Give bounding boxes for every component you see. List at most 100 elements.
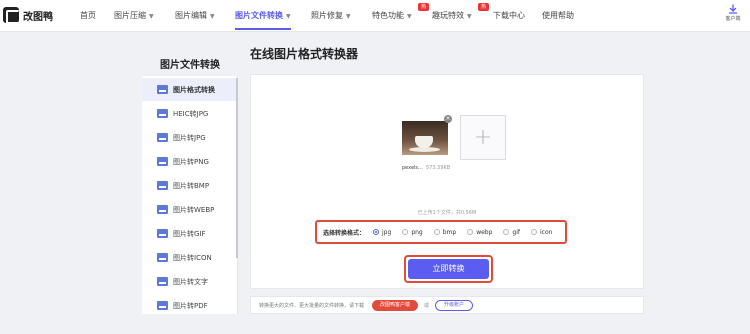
image-icon — [157, 301, 168, 310]
format-selector: 选择转换格式： jpg png bmp webp gif icon — [315, 220, 567, 244]
format-option-bmp[interactable]: bmp — [433, 228, 457, 236]
sidebar-item-label: 图片转GIF — [173, 229, 206, 238]
radio-icon[interactable] — [467, 229, 474, 235]
uploaded-file-card: × pexels... 573.39KB — [402, 115, 452, 174]
nav-home[interactable]: 首页 — [80, 10, 96, 21]
image-icon — [157, 229, 168, 238]
sidebar-item-label: 图片转文字 — [173, 277, 208, 286]
nav-features[interactable]: 特色功能 ▼ — [372, 10, 412, 21]
nav-file-convert-label: 图片文件转换 — [235, 11, 283, 20]
sidebar-item-to-webp[interactable]: 图片转WEBP — [142, 198, 237, 221]
format-option-label: png — [411, 228, 423, 236]
sidebar-item-to-bmp[interactable]: 图片转BMP — [142, 174, 237, 197]
sidebar-item-label: 图片转JPG — [173, 133, 206, 142]
sidebar-item-to-icon[interactable]: 图片转ICON — [142, 246, 237, 269]
nav-compress-label: 图片压缩 — [114, 11, 146, 20]
sidebar-item-label: 图片转PDF — [173, 301, 208, 310]
radio-icon[interactable] — [402, 229, 409, 235]
sidebar-list: 图片格式转换 HEIC转JPG 图片转JPG 图片转PNG 图片转BMP 图片转… — [142, 76, 238, 314]
nav-download-center[interactable]: 下载中心 — [493, 10, 525, 21]
image-icon — [157, 205, 168, 214]
sidebar-item-to-gif[interactable]: 图片转GIF — [142, 222, 237, 245]
sidebar-item-label: 图片转BMP — [173, 181, 210, 190]
download-icon — [728, 4, 738, 14]
format-option-label: jpg — [382, 228, 392, 236]
image-icon — [157, 253, 168, 262]
sidebar-item-to-jpg[interactable]: 图片转JPG — [142, 126, 237, 149]
nav-fun-effects-label: 趣玩特效 — [432, 11, 464, 20]
nav-edit[interactable]: 图片编辑 ▼ — [175, 10, 215, 21]
nav-features-label: 特色功能 — [372, 11, 404, 20]
add-file-button[interactable]: + — [460, 115, 506, 160]
nav-file-convert[interactable]: 图片文件转换 ▼ — [235, 10, 291, 30]
format-option-label: gif — [512, 228, 521, 236]
radio-icon[interactable] — [503, 229, 510, 235]
hot-badge: 热 — [418, 3, 429, 11]
hot-badge: 热 — [478, 3, 489, 11]
upgrade-account-button[interactable]: 升级账户 — [435, 299, 474, 311]
sidebar-item-label: 图片转PNG — [173, 157, 209, 166]
brand-name[interactable]: 改图鸭 — [23, 8, 53, 23]
format-option-label: webp — [476, 228, 493, 236]
sidebar-scrollbar[interactable] — [236, 78, 238, 258]
page-title: 在线图片格式转换器 — [250, 47, 359, 61]
nav-photo-repair-label: 照片修复 — [311, 11, 343, 20]
plus-icon: + — [473, 125, 493, 150]
image-icon — [157, 133, 168, 142]
chevron-down-icon: ▼ — [407, 13, 412, 20]
sidebar-item-label: 图片转ICON — [173, 253, 212, 262]
image-icon — [157, 157, 168, 166]
sidebar-item-heic-jpg[interactable]: HEIC转JPG — [142, 102, 237, 125]
or-text: 或 — [424, 302, 430, 309]
format-option-label: bmp — [442, 228, 457, 236]
upload-status: 已上传1个文件，共0.56M — [417, 210, 477, 216]
client-label: 客户端 — [725, 16, 741, 22]
radio-icon[interactable] — [531, 229, 538, 235]
sidebar-item-to-text[interactable]: 图片转文字 — [142, 270, 237, 293]
nav-compress[interactable]: 图片压缩 ▼ — [114, 10, 154, 21]
file-thumbnail — [402, 121, 448, 155]
bottom-promo-bar: 转换更大的文件、更大批量的文件转换，请下载 改图鸭客户端 或 升级账户 — [250, 296, 644, 314]
top-navbar: 改图鸭 首页 图片压缩 ▼ 图片编辑 ▼ 图片文件转换 ▼ 照片修复 ▼ 特色功能 ▼ 热… — [0, 0, 750, 32]
sidebar-item-label: 图片格式转换 — [173, 85, 215, 94]
nav-photo-repair[interactable]: 照片修复 ▼ — [311, 10, 351, 21]
format-option-label: icon — [540, 228, 553, 236]
promo-text: 转换更大的文件、更大批量的文件转换，请下载 — [259, 302, 365, 309]
sidebar-item-to-pdf[interactable]: 图片转PDF — [142, 294, 237, 314]
chevron-down-icon: ▼ — [210, 13, 215, 20]
nav-edit-label: 图片编辑 — [175, 11, 207, 20]
format-label: 选择转换格式： — [323, 229, 366, 237]
radio-icon[interactable] — [433, 229, 440, 235]
sidebar-title: 图片文件转换 — [160, 60, 220, 71]
format-option-jpg[interactable]: jpg — [373, 229, 391, 236]
file-size: 573.39KB — [426, 165, 451, 171]
format-option-webp[interactable]: webp — [467, 229, 492, 236]
chevron-down-icon: ▼ — [467, 13, 472, 20]
sidebar-item-to-png[interactable]: 图片转PNG — [142, 150, 237, 173]
upload-area[interactable]: × pexels... 573.39KB + 已上传1个文件，共0.56M 选择… — [250, 74, 644, 289]
logo-icon[interactable] — [3, 7, 20, 24]
convert-button[interactable]: 立即转换 — [408, 259, 489, 279]
format-option-png[interactable]: png — [402, 228, 423, 236]
sidebar: 图片文件转换 图片格式转换 HEIC转JPG 图片转JPG 图片转PNG 图片转… — [142, 44, 238, 314]
format-option-icon[interactable]: icon — [531, 229, 552, 236]
sidebar-item-label: HEIC转JPG — [173, 109, 209, 118]
sidebar-item-format-convert[interactable]: 图片格式转换 — [142, 78, 237, 101]
chevron-down-icon: ▼ — [346, 13, 351, 20]
chevron-down-icon: ▼ — [149, 13, 154, 20]
file-name: pexels... — [402, 165, 423, 171]
chevron-down-icon: ▼ — [286, 13, 291, 20]
nav-help[interactable]: 使用帮助 — [542, 10, 574, 21]
convert-button-highlight: 立即转换 — [404, 255, 493, 283]
sidebar-item-label: 图片转WEBP — [173, 205, 215, 214]
image-icon — [157, 109, 168, 118]
download-client-button[interactable]: 改图鸭客户端 — [372, 299, 419, 311]
radio-checked-icon[interactable] — [373, 229, 380, 235]
image-icon — [157, 181, 168, 190]
image-icon — [157, 277, 168, 286]
client-download[interactable]: 客户端 — [722, 4, 744, 22]
close-icon[interactable]: × — [444, 115, 452, 123]
nav-fun-effects[interactable]: 趣玩特效 ▼ — [432, 10, 472, 21]
image-icon — [157, 85, 168, 94]
format-option-gif[interactable]: gif — [503, 229, 520, 236]
